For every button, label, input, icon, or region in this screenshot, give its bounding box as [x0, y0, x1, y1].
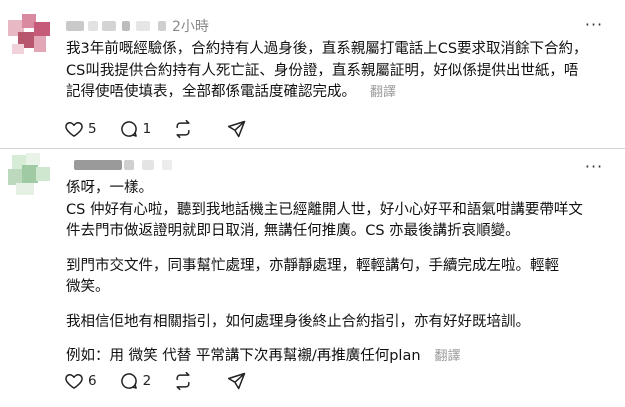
paragraph: 我相信佢地有相關指引，如何處理身後終止合約指引，亦有好好既培訓。 [66, 312, 611, 334]
share-button[interactable] [227, 371, 259, 391]
repost-button[interactable] [173, 371, 205, 391]
username[interactable] [66, 157, 286, 173]
like-button[interactable]: 5 [64, 119, 97, 139]
comment-count: 2 [142, 373, 152, 389]
paragraph: 係呀，一樣。 [66, 178, 611, 200]
repost-icon [173, 371, 193, 391]
comment-button[interactable]: 1 [119, 119, 152, 139]
thread-reply-2: ··· 係呀，一樣。 CS 仲好有心啦，聽到我地話機主已經離開人世，好小心好平和… [0, 149, 625, 407]
paragraph: 到門市交文件，同事幫忙處理，亦靜靜處理，輕輕講句，手續完成左啦。輕輕 微笑。 [66, 256, 611, 299]
avatar[interactable] [8, 14, 52, 58]
username[interactable] [66, 18, 266, 34]
paragraph: CS 仲好有心啦，聽到我地話機主已經離開人世，好小心好平和語氣咁講要帶咩文 件去… [66, 200, 611, 243]
heart-icon [64, 371, 84, 391]
text-line: 例如：用 微笑 代替 平常講下次再幫襯/再推廣任何plan [66, 348, 421, 364]
action-bar: 5 1 [64, 118, 281, 140]
comment-button[interactable]: 2 [119, 371, 152, 391]
paragraph: 例如：用 微笑 代替 平常講下次再幫襯/再推廣任何plan 翻譯 [66, 346, 611, 368]
like-count: 5 [88, 121, 97, 137]
text-line: 微笑。 [66, 279, 110, 295]
text-line: 係呀，一樣。 [66, 180, 153, 196]
share-icon [227, 119, 247, 139]
comment-icon [119, 119, 139, 139]
comment-icon [119, 371, 139, 391]
like-count: 6 [88, 373, 97, 389]
repost-icon [173, 119, 193, 139]
paragraph: 我3年前嘅經驗係，合約持有人過身後，直系親屬打電話上CS要求取消餘下合約， CS… [66, 39, 611, 104]
heart-icon [64, 119, 84, 139]
timestamp[interactable]: 2小時 [172, 16, 209, 36]
like-button[interactable]: 6 [64, 371, 97, 391]
action-bar: 6 2 [64, 370, 281, 392]
thread-reply-1: 2小時 ··· 我3年前嘅經驗係，合約持有人過身後，直系親屬打電話上CS要求取消… [0, 0, 625, 149]
more-horizontal-icon[interactable]: ··· [583, 159, 605, 175]
text-line: CS 仲好有心啦，聽到我地話機主已經離開人世，好小心好平和語氣咁講要帶咩文 [66, 201, 583, 218]
share-icon [227, 371, 247, 391]
text-line: 我3年前嘅經驗係，合約持有人過身後，直系親屬打電話上CS要求取消餘下合約， [66, 41, 588, 57]
text-line: 到門市交文件，同事幫忙處理，亦靜靜處理，輕輕講句，手續完成左啦。輕輕 [66, 257, 559, 274]
text-line: CS叫我提供合約持有人死亡証、身份證，直系親屬証明，好似係提供出世紙，唔 [66, 62, 579, 79]
comment-count: 1 [142, 121, 152, 137]
reply-body: 係呀，一樣。 CS 仲好有心啦，聽到我地話機主已經離開人世，好小心好平和語氣咁講… [66, 178, 611, 368]
text-line: 記得使唔使填表，全部都係電話度確認完成。 [66, 84, 356, 100]
translate-link[interactable]: 翻譯 [435, 349, 461, 364]
repost-button[interactable] [173, 119, 205, 139]
reply-body: 我3年前嘅經驗係，合約持有人過身後，直系親屬打電話上CS要求取消餘下合約， CS… [66, 39, 611, 104]
avatar[interactable] [8, 153, 52, 197]
translate-link[interactable]: 翻譯 [370, 85, 396, 100]
text-line: 件去門市做返證明就即日取消, 無講任何推廣。CS 亦最後講折哀順變。 [66, 223, 520, 239]
share-button[interactable] [227, 119, 259, 139]
text-line: 我相信佢地有相關指引，如何處理身後終止合約指引，亦有好好既培訓。 [66, 313, 530, 330]
more-horizontal-icon[interactable]: ··· [583, 17, 605, 33]
